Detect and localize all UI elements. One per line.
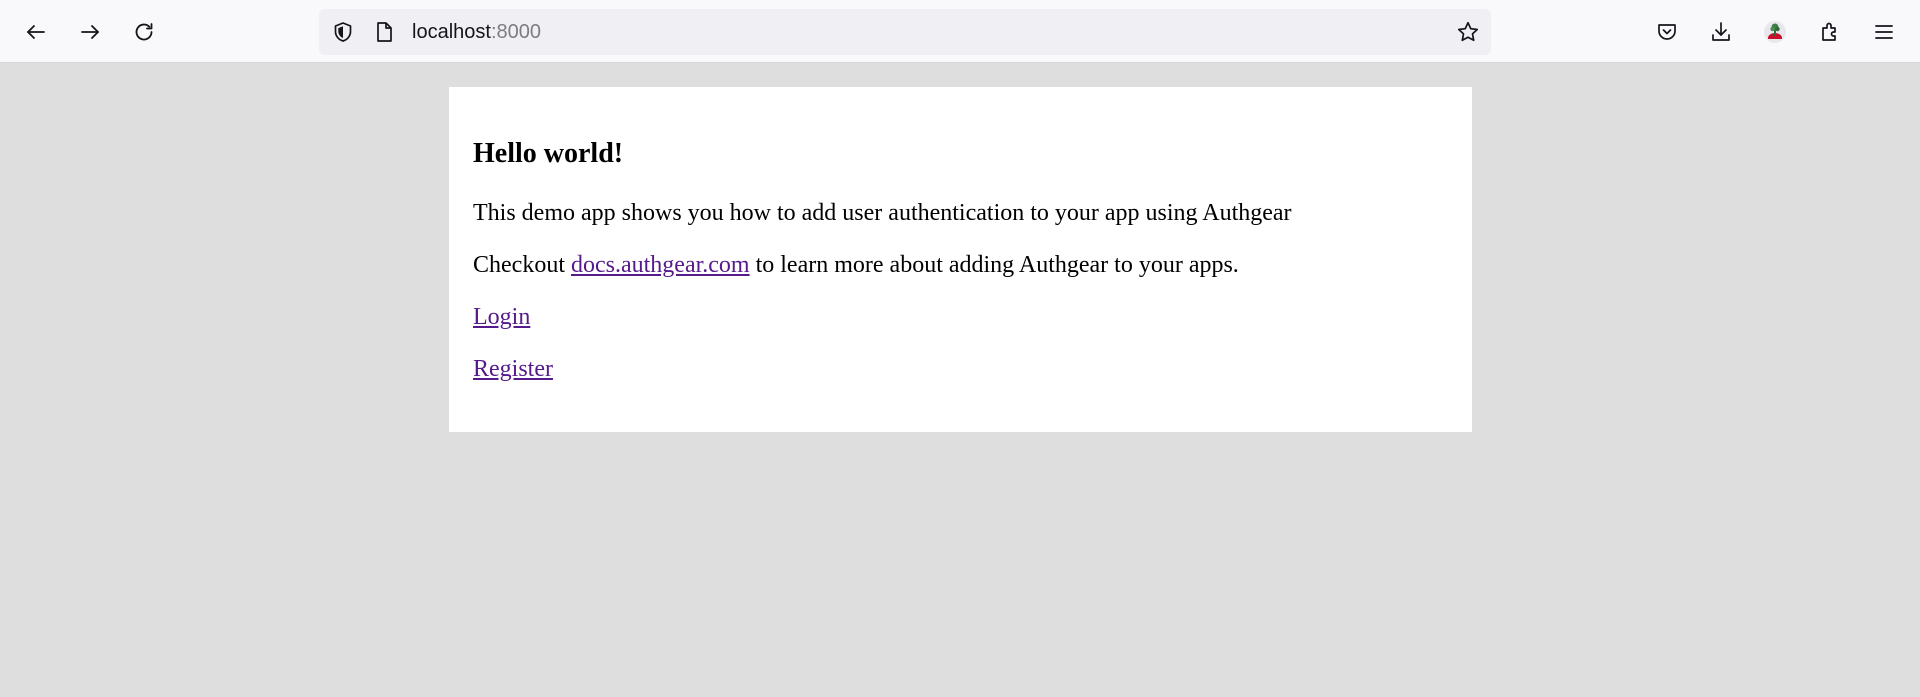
docs-link[interactable]: docs.authgear.com	[571, 252, 750, 278]
reload-icon	[135, 23, 153, 41]
checkout-paragraph: Checkout docs.authgear.com to learn more…	[473, 250, 1239, 280]
star-icon	[1457, 21, 1479, 42]
page-icon	[377, 22, 392, 42]
pocket-button[interactable]	[1649, 14, 1685, 50]
download-icon	[1712, 22, 1730, 41]
menu-icon	[1875, 25, 1893, 39]
pocket-icon	[1658, 24, 1676, 40]
checkout-prefix: Checkout	[473, 252, 571, 278]
tracking-protection-button[interactable]	[331, 20, 355, 44]
address-bar[interactable]: localhost:8000	[319, 9, 1491, 55]
checkout-suffix: to learn more about adding Authgear to y…	[749, 252, 1239, 278]
url-host: localhost	[412, 21, 491, 43]
register-link[interactable]: Register	[473, 356, 553, 382]
forward-button[interactable]	[72, 14, 108, 50]
content-card: Hello world! This demo app shows you how…	[449, 87, 1472, 432]
site-info-button[interactable]	[372, 20, 396, 44]
extensions-button[interactable]	[1812, 14, 1848, 50]
page-heading: Hello world!	[473, 138, 624, 169]
extensions-icon	[1822, 22, 1836, 41]
bookmark-button[interactable]	[1456, 20, 1480, 44]
app-menu-button[interactable]	[1866, 14, 1902, 50]
account-button[interactable]	[1757, 14, 1793, 50]
browser-toolbar: localhost:8000	[0, 0, 1920, 63]
url-text[interactable]: localhost:8000	[412, 20, 541, 44]
downloads-button[interactable]	[1703, 14, 1739, 50]
intro-text: This demo app shows you how to add user …	[473, 200, 1292, 226]
back-button[interactable]	[18, 14, 54, 50]
account-icon	[1764, 21, 1786, 43]
login-link[interactable]: Login	[473, 304, 530, 330]
back-icon	[27, 25, 45, 39]
forward-icon	[81, 25, 99, 39]
shield-icon	[334, 22, 352, 42]
url-port: :8000	[490, 21, 541, 43]
reload-button[interactable]	[126, 14, 162, 50]
